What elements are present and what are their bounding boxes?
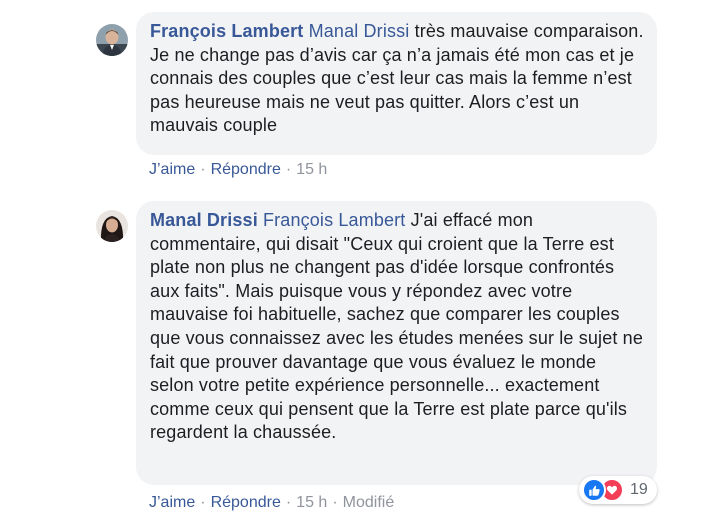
comment-text: J'ai effacé mon commentaire, qui disait … xyxy=(150,210,643,443)
like-icon xyxy=(582,478,606,502)
reactions-summary[interactable]: 19 xyxy=(579,476,657,504)
separator-dot: · xyxy=(200,494,206,511)
separator-dot: · xyxy=(285,494,292,511)
comment-mention[interactable]: François Lambert xyxy=(263,210,405,230)
comment-actions: J’aime · Répondre · 15 h · Modifié xyxy=(149,493,394,513)
edited-label[interactable]: Modifié xyxy=(343,494,395,511)
separator-dot: · xyxy=(285,161,292,178)
avatar-francois-lambert[interactable] xyxy=(96,24,128,56)
reply-link[interactable]: Répondre xyxy=(211,161,281,178)
separator-dot: · xyxy=(200,161,206,178)
comment-timestamp[interactable]: 15 h xyxy=(296,161,327,178)
comment-bubble: Manal Drissi François Lambert J'ai effac… xyxy=(136,201,657,485)
reply-link[interactable]: Répondre xyxy=(211,494,281,511)
like-link[interactable]: J’aime xyxy=(149,494,195,511)
comment-timestamp[interactable]: 15 h xyxy=(296,494,327,511)
comment-thread: François Lambert Manal Drissi très mauva… xyxy=(0,0,716,528)
comment-mention[interactable]: Manal Drissi xyxy=(309,21,410,41)
comment-author[interactable]: François Lambert xyxy=(150,21,303,41)
avatar-manal-drissi[interactable] xyxy=(96,210,128,242)
like-link[interactable]: J’aime xyxy=(149,161,195,178)
comment-bubble: François Lambert Manal Drissi très mauva… xyxy=(136,12,657,155)
reaction-count: 19 xyxy=(630,481,648,498)
separator-dot: · xyxy=(332,494,338,511)
comment-author[interactable]: Manal Drissi xyxy=(150,210,258,230)
comment-actions: J’aime · Répondre · 15 h xyxy=(149,160,327,180)
